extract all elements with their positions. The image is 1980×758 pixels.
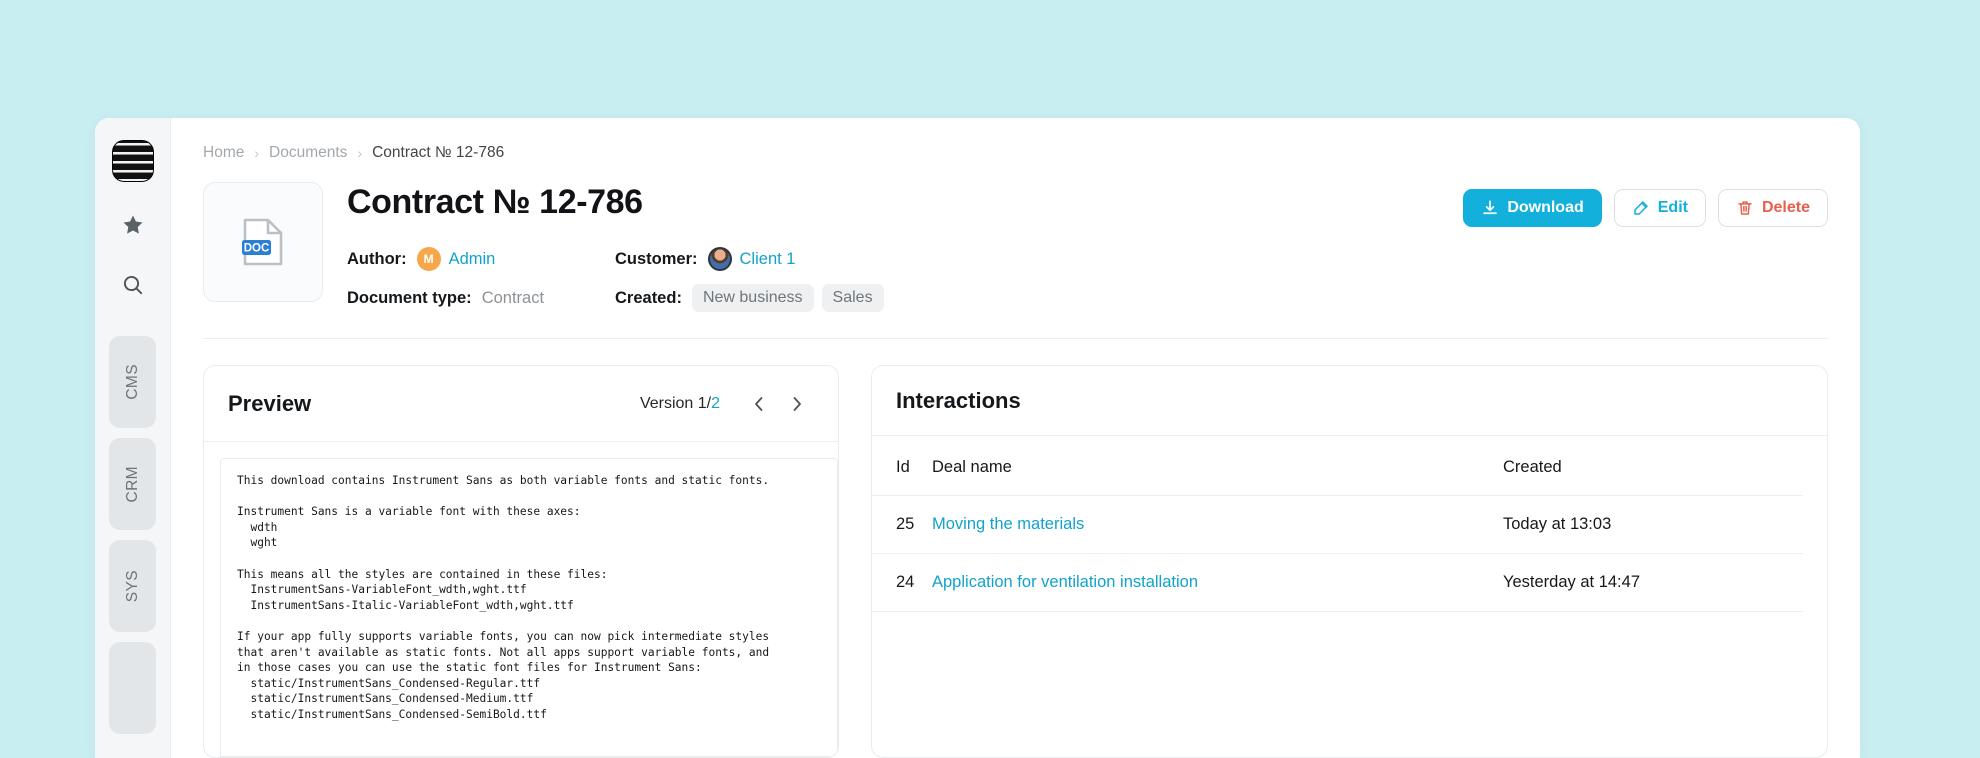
- document-actions: Download Edit Delete: [1463, 184, 1828, 227]
- preview-title: Preview: [228, 391, 312, 416]
- column-header-created: Created: [1503, 436, 1803, 496]
- deal-link[interactable]: Moving the materials: [932, 515, 1084, 533]
- preview-panel-header: Preview Version 1/2: [204, 366, 838, 442]
- meta-created: Created: New business Sales: [615, 284, 892, 312]
- app-window: CMS CRM SYS Home › Documents › Contract …: [95, 118, 1860, 758]
- sidebar-tab-cms-label: CMS: [123, 364, 141, 400]
- version-control: Version 1/2: [640, 388, 814, 420]
- chevron-left-icon: [755, 397, 763, 411]
- document-title-row: Contract № 12-786 Download Edit Delete: [347, 183, 1828, 227]
- download-button[interactable]: Download: [1463, 189, 1602, 227]
- sidebar-tabs: CMS CRM SYS: [95, 336, 170, 734]
- cell-id: 25: [872, 495, 932, 554]
- column-header-id: Id: [872, 436, 932, 496]
- version-current: 2: [711, 395, 720, 412]
- section-divider: [203, 338, 1828, 339]
- document-header: DOC Contract № 12-786 Download Edit Dele…: [203, 182, 1828, 312]
- chevron-right-icon: [793, 397, 801, 411]
- cell-deal-name: Application for ventilation installation: [932, 553, 1503, 612]
- avatar-client: [707, 247, 732, 271]
- author-link[interactable]: Admin: [449, 250, 496, 269]
- document-info: Contract № 12-786 Download Edit Delete A…: [347, 182, 1828, 312]
- sidebar-tab-crm-label: CRM: [123, 465, 141, 503]
- author-label: Author:: [347, 249, 407, 268]
- meta-customer: Customer: Client 1: [615, 247, 795, 271]
- app-logo[interactable]: [111, 140, 154, 182]
- column-header-deal-name: Deal name: [932, 436, 1503, 496]
- sidebar-tab-cms[interactable]: CMS: [109, 336, 156, 428]
- next-version-button[interactable]: [780, 388, 814, 420]
- prev-version-button[interactable]: [742, 388, 776, 420]
- cell-deal-name: Moving the materials: [932, 495, 1503, 554]
- customer-label: Customer:: [615, 249, 698, 268]
- sidebar-tab-overflow[interactable]: [109, 642, 156, 734]
- cell-id: 24: [872, 553, 932, 612]
- table-row[interactable]: 24 Application for ventilation installat…: [872, 553, 1803, 612]
- deal-link[interactable]: Application for ventilation installation: [932, 573, 1198, 591]
- preview-body: This download contains Instrument Sans a…: [204, 442, 838, 757]
- edit-button-label: Edit: [1657, 199, 1688, 216]
- breadcrumb-separator-icon: ›: [357, 145, 363, 161]
- delete-button-label: Delete: [1761, 199, 1810, 216]
- interactions-panel-header: Interactions: [872, 366, 1827, 436]
- created-label: Created:: [615, 288, 682, 307]
- edit-pencil-icon: [1634, 201, 1648, 215]
- preview-document[interactable]: This download contains Instrument Sans a…: [220, 458, 838, 757]
- sidebar-tab-sys[interactable]: SYS: [109, 540, 156, 632]
- main-content: Home › Documents › Contract № 12-786 DOC…: [171, 118, 1860, 758]
- delete-button[interactable]: Delete: [1717, 189, 1828, 227]
- breadcrumb-item-home[interactable]: Home: [203, 144, 244, 162]
- created-tag[interactable]: New business: [691, 284, 814, 312]
- meta-author: Author: M Admin: [347, 247, 615, 271]
- version-label: Version 1/2: [639, 395, 720, 412]
- table-header-row: Id Deal name Created: [872, 436, 1803, 496]
- sidebar-tab-sys-label: SYS: [123, 569, 141, 603]
- edit-button[interactable]: Edit: [1613, 189, 1706, 227]
- breadcrumb-item-documents[interactable]: Documents: [269, 144, 347, 162]
- meta-doc-type: Document type: Contract: [347, 289, 615, 308]
- preview-panel: Preview Version 1/2 This download contai…: [203, 365, 839, 758]
- avatar-admin: M: [416, 247, 441, 271]
- sidebar: CMS CRM SYS: [95, 118, 171, 758]
- interactions-title: Interactions: [896, 388, 1021, 413]
- cell-created: Yesterday at 14:47: [1503, 553, 1803, 612]
- cell-created: Today at 13:03: [1503, 495, 1803, 554]
- doc-file-icon: DOC: [242, 218, 283, 266]
- sidebar-tab-crm[interactable]: CRM: [109, 438, 156, 530]
- breadcrumb-item-current: Contract № 12-786: [372, 144, 505, 161]
- document-meta: Author: M Admin Customer: Client 1 Docum: [347, 247, 1828, 312]
- breadcrumb: Home › Documents › Contract № 12-786: [203, 142, 1828, 164]
- svg-text:DOC: DOC: [244, 242, 270, 254]
- breadcrumb-separator-icon: ›: [254, 145, 260, 161]
- search-icon[interactable]: [112, 268, 154, 302]
- meta-row-author-customer: Author: M Admin Customer: Client 1: [347, 247, 1828, 271]
- preview-text: This download contains Instrument Sans a…: [237, 474, 770, 721]
- document-type-value: Contract: [481, 288, 545, 307]
- interactions-table: Id Deal name Created 25 Moving the mater…: [872, 436, 1803, 612]
- document-thumbnail[interactable]: DOC: [203, 182, 323, 302]
- meta-row-type-created: Document type: Contract Created: New bus…: [347, 284, 1828, 312]
- panels: Preview Version 1/2 This download contai…: [203, 365, 1828, 758]
- page-title: Contract № 12-786: [347, 183, 643, 221]
- document-type-label: Document type:: [347, 288, 472, 307]
- interactions-table-wrap: Id Deal name Created 25 Moving the mater…: [872, 436, 1827, 612]
- download-button-label: Download: [1507, 199, 1584, 216]
- trash-icon: [1738, 201, 1752, 215]
- star-icon[interactable]: [112, 208, 154, 242]
- customer-link[interactable]: Client 1: [740, 250, 796, 269]
- table-row[interactable]: 25 Moving the materials Today at 13:03: [872, 495, 1803, 554]
- download-icon: [1483, 200, 1498, 215]
- interactions-panel: Interactions Id Deal name Created 25 Mov…: [871, 365, 1828, 758]
- created-tag[interactable]: Sales: [821, 284, 884, 312]
